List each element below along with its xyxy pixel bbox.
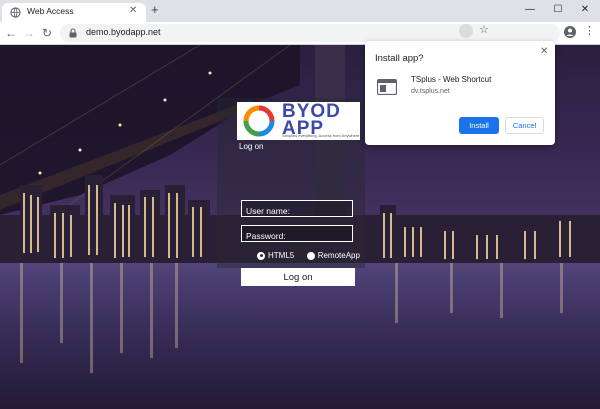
lock-icon (69, 28, 77, 38)
window-close-icon[interactable]: ✕ (570, 0, 600, 20)
install-app-dialog: Install app? ✕ TSplus - Web Shortcut dv.… (365, 41, 555, 145)
password-field[interactable] (241, 225, 353, 244)
close-tab-icon[interactable]: ✕ (129, 5, 137, 16)
maximize-icon[interactable]: ☐ (543, 0, 573, 20)
radio-html5-label: HTML5 (268, 251, 295, 260)
app-url: dv.tsplus.net (411, 88, 450, 95)
forward-icon[interactable]: → (22, 26, 36, 40)
radio-remoteapp[interactable] (306, 251, 315, 260)
cancel-button[interactable]: Cancel (505, 117, 544, 134)
profile-icon[interactable] (564, 26, 576, 38)
back-icon[interactable]: ← (4, 26, 18, 40)
logon-heading: Log on (239, 142, 264, 151)
app-window-icon (377, 79, 397, 95)
install-app-icon[interactable] (459, 24, 473, 38)
install-button[interactable]: Install (459, 117, 499, 134)
mode-selector: HTML5 RemoteApp (257, 251, 360, 260)
tab-web-access[interactable]: Web Access ✕ (2, 3, 146, 22)
radio-html5[interactable] (257, 251, 265, 260)
minimize-icon[interactable]: — (515, 0, 545, 20)
logo-text: BYOD APP (282, 101, 341, 139)
logo-tagline: Simplies everything. Access from Anywher… (282, 133, 360, 138)
menu-dots-icon[interactable]: ⋮ (584, 24, 595, 37)
tab-strip: Web Access ✕ + — ☐ ✕ (0, 0, 600, 22)
username-input[interactable] (242, 203, 352, 219)
new-tab-icon[interactable]: + (151, 3, 159, 17)
username-field[interactable] (241, 200, 353, 219)
dialog-close-icon[interactable]: ✕ (540, 46, 548, 57)
radio-remoteapp-label: RemoteApp (317, 251, 360, 260)
login-panel: BYOD APP Simplies everything. Access fro… (217, 98, 365, 286)
app-name: TSplus - Web Shortcut (411, 75, 492, 84)
logo-swirl-icon (243, 105, 275, 137)
logon-button[interactable]: Log on (241, 268, 355, 286)
globe-icon (10, 7, 21, 18)
password-input[interactable] (242, 228, 352, 244)
reload-icon[interactable]: ↻ (40, 26, 54, 40)
tab-title: Web Access (27, 6, 74, 16)
url-text: demo.byodapp.net (86, 27, 161, 37)
dialog-title: Install app? (375, 53, 424, 64)
bookmark-star-icon[interactable]: ☆ (479, 23, 489, 36)
byod-app-logo: BYOD APP Simplies everything. Access fro… (237, 102, 360, 140)
